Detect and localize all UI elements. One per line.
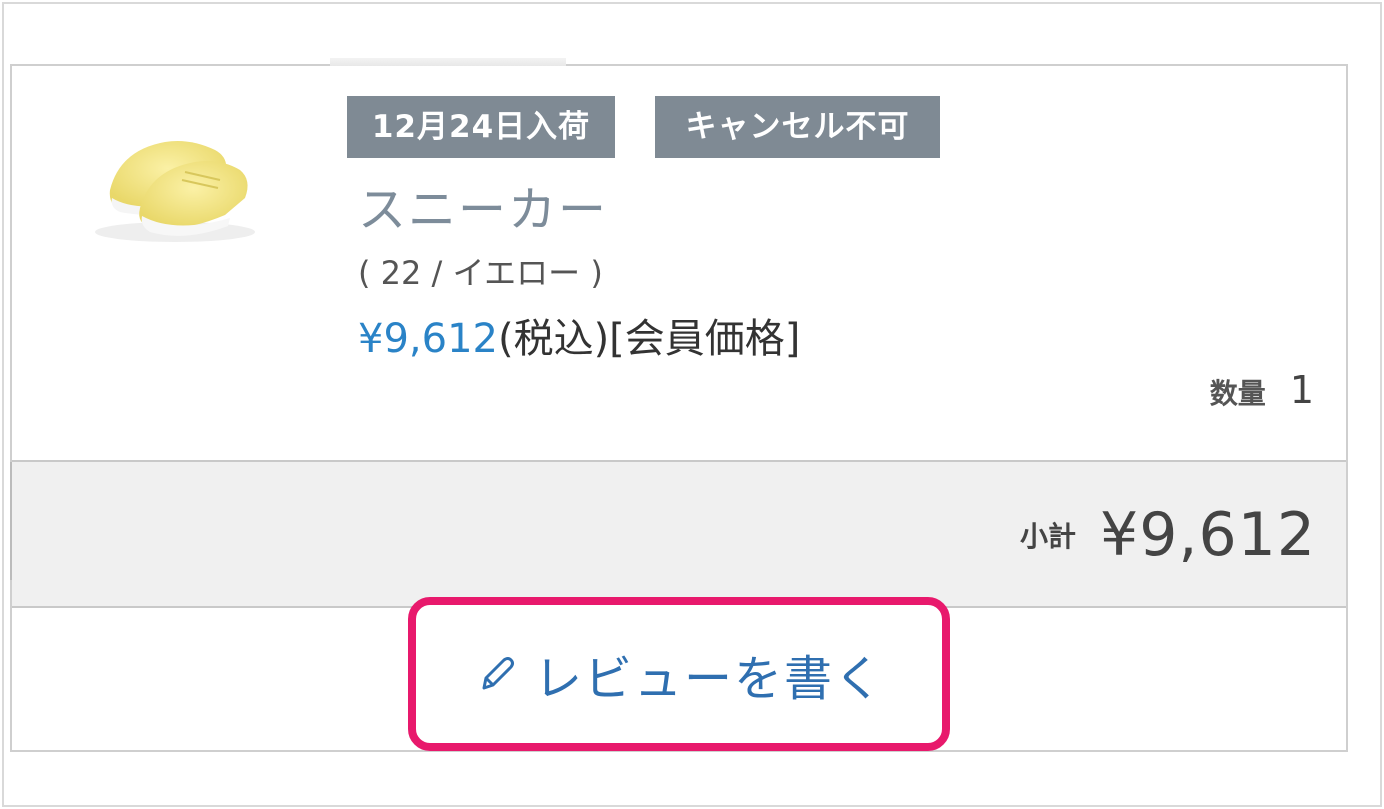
quantity: 数量 1 (1210, 368, 1314, 412)
subtotal-left-edge (10, 462, 12, 580)
subtotal-value: ¥9,612 (1100, 500, 1316, 570)
price-row: ¥9,612(税込)[会員価格] (358, 306, 800, 364)
product-name-link[interactable]: スニーカー (358, 170, 608, 240)
quantity-value: 1 (1289, 368, 1314, 412)
unit-price: ¥9,612 (358, 316, 498, 362)
subtotal: 小計 ¥9,612 (1020, 500, 1316, 570)
write-review-label: レビューを書く (533, 651, 884, 707)
price-suffix: (税込)[会員価格] (497, 316, 801, 362)
arrival-date-badge: 12月24日入荷 (347, 96, 615, 158)
product-thumbnail[interactable] (80, 120, 270, 250)
card-top-accent (330, 58, 566, 66)
product-variant: ( 22 / イエロー ) (358, 254, 603, 292)
non-cancellable-badge: キャンセル不可 (655, 96, 940, 158)
write-review-button[interactable]: レビューを書く (408, 597, 950, 751)
subtotal-label: 小計 (1020, 520, 1077, 553)
subtotal-bar: 小計 ¥9,612 (12, 460, 1346, 608)
quantity-label: 数量 (1209, 377, 1266, 410)
pencil-icon (482, 657, 514, 690)
